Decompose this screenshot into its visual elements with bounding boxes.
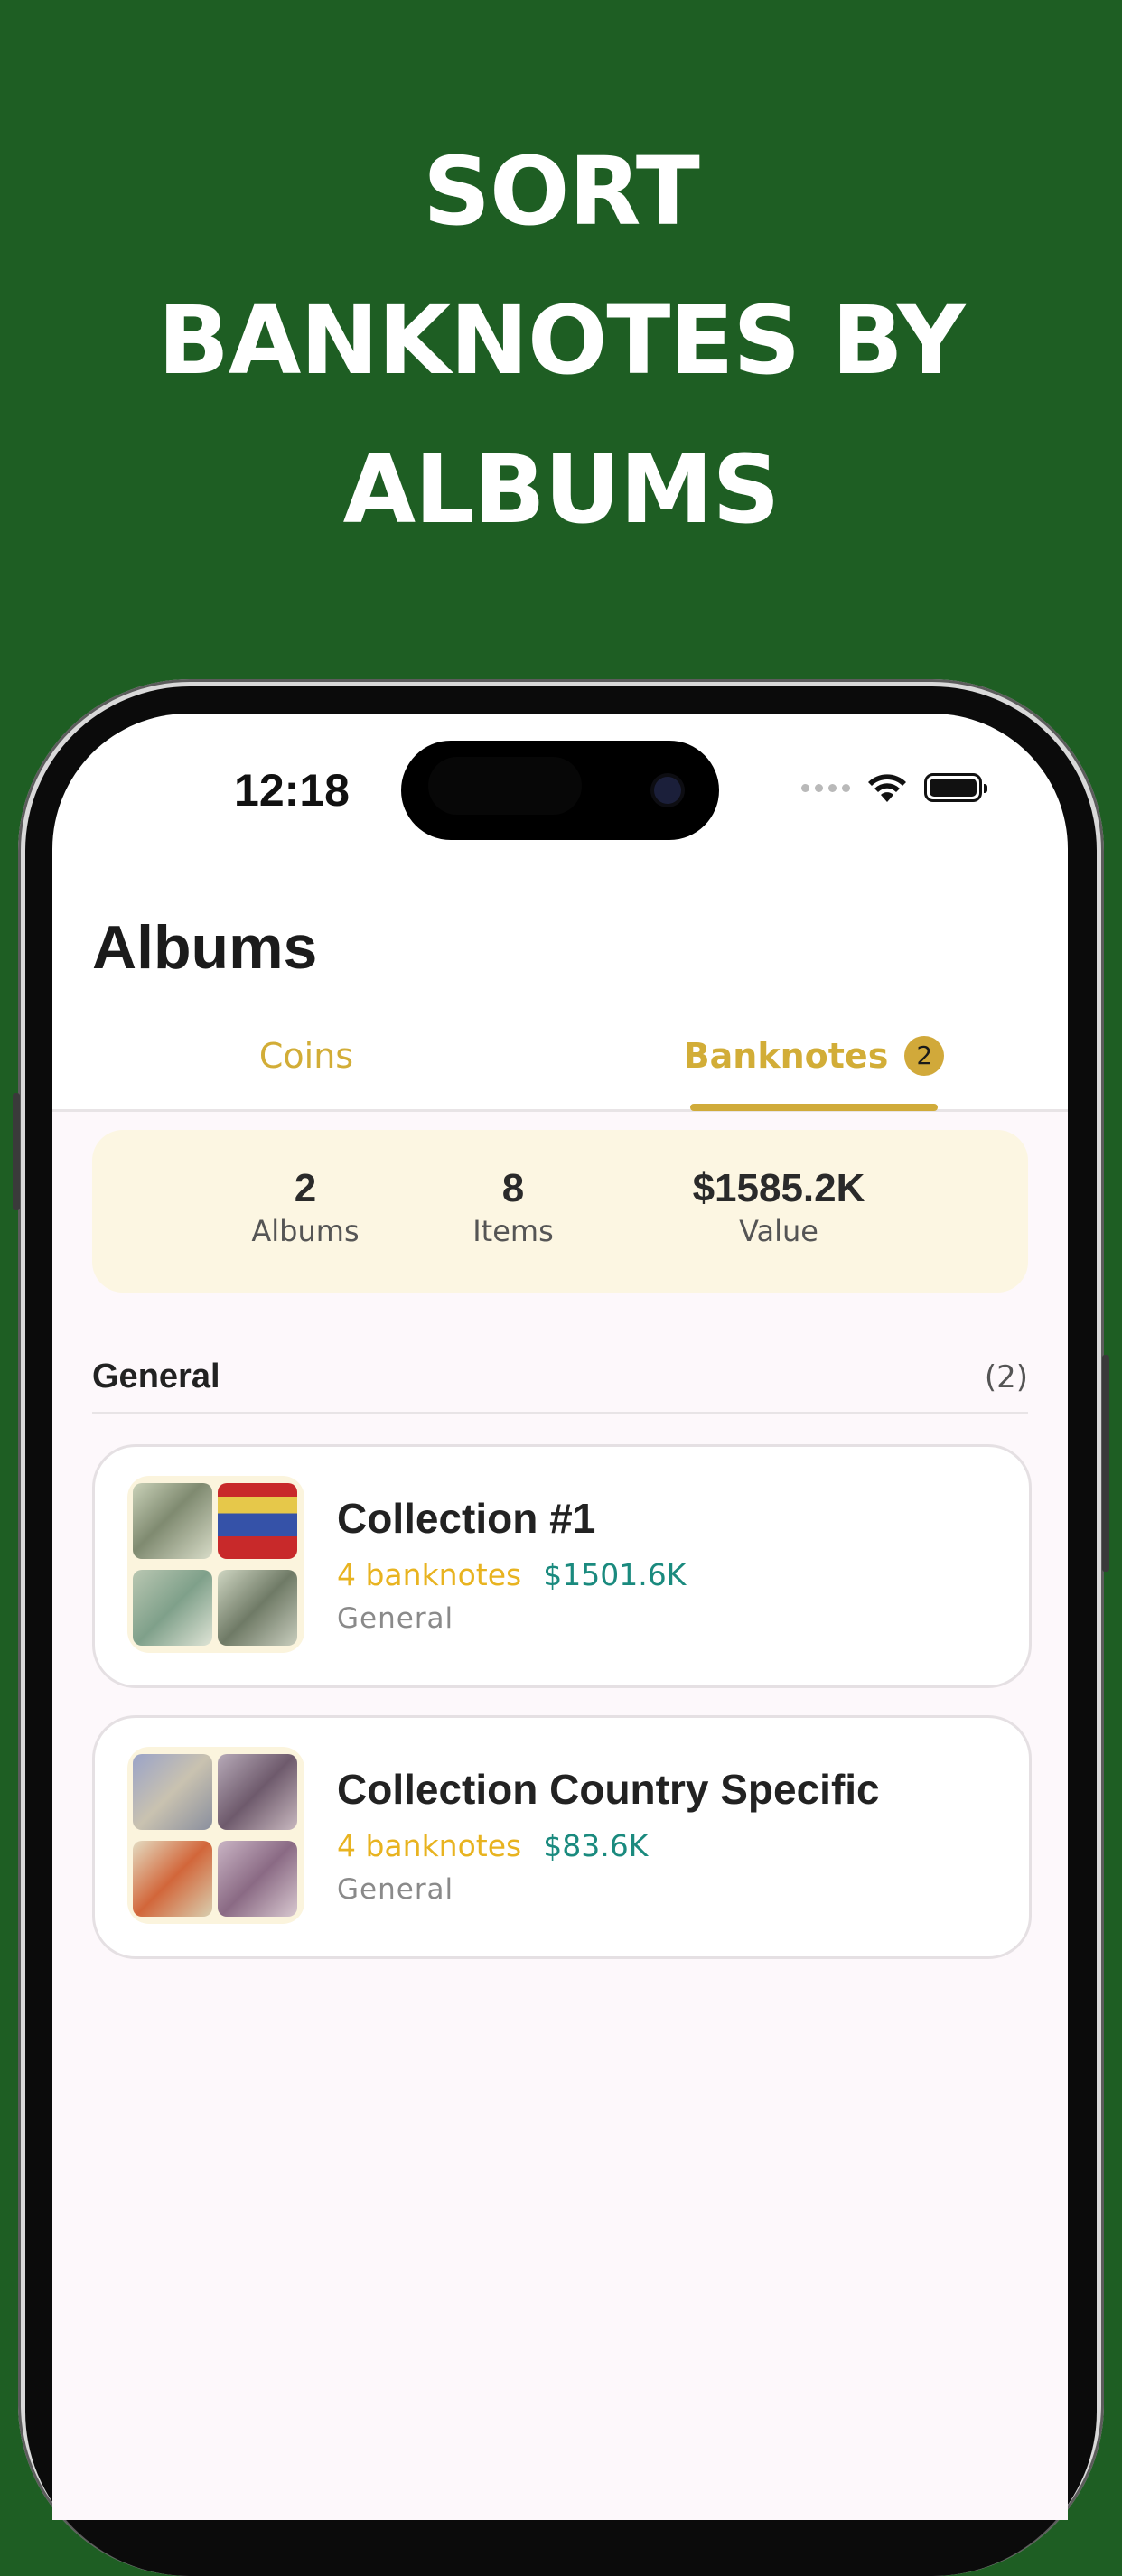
album-item-count: 4 banknotes	[337, 1557, 522, 1592]
album-value: $1501.6K	[543, 1557, 687, 1592]
cellular-signal-icon	[801, 783, 850, 792]
section-count: (2)	[984, 1359, 1028, 1395]
stat-items-label: Items	[472, 1214, 554, 1248]
headline-line-3: ALBUMS	[342, 434, 781, 545]
banknote-thumbnail	[133, 1754, 212, 1830]
stat-value-value: $1585.2K	[692, 1166, 865, 1210]
album-name: Collection #1	[337, 1495, 596, 1542]
album-item-count: 4 banknotes	[337, 1828, 522, 1863]
page-title: Albums	[92, 913, 318, 982]
tab-banknotes-label: Banknotes	[683, 1036, 889, 1076]
banknote-thumbnail	[218, 1754, 297, 1830]
album-thumbnail-grid	[127, 1476, 304, 1653]
stat-albums-value: 2	[294, 1166, 317, 1210]
stat-items-value: 8	[501, 1166, 525, 1210]
tab-coins-label: Coins	[258, 1036, 354, 1076]
side-button-right	[1102, 1355, 1109, 1572]
status-icons	[801, 770, 987, 806]
dynamic-island	[401, 741, 719, 840]
album-card[interactable]: Collection Country Specific 4 banknotes $…	[92, 1715, 1032, 1959]
album-card[interactable]: Collection #1 4 banknotes $1501.6K Genera…	[92, 1444, 1032, 1688]
island-sensor	[428, 757, 582, 815]
album-category: General	[337, 1873, 454, 1906]
banknote-thumbnail	[218, 1483, 297, 1559]
battery-icon	[924, 773, 987, 802]
headline-line-1: SORT	[423, 136, 700, 247]
front-camera-icon	[654, 777, 681, 804]
stat-value-label: Value	[739, 1214, 818, 1248]
tab-banknotes[interactable]: Banknotes 2	[560, 1003, 1068, 1109]
stat-value: $1585.2K Value	[652, 1166, 905, 1251]
banknote-thumbnail	[218, 1570, 297, 1646]
status-time: 12:18	[234, 765, 350, 816]
album-name: Collection Country Specific	[337, 1766, 880, 1813]
banknote-thumbnail	[133, 1570, 212, 1646]
stats-summary: 2 Albums 8 Items $1585.2K Value	[92, 1130, 1028, 1293]
album-meta: 4 banknotes $1501.6K	[337, 1557, 686, 1592]
wifi-icon	[868, 774, 906, 802]
album-thumbnail-grid	[127, 1747, 304, 1924]
tab-badge: 2	[904, 1036, 945, 1076]
banknote-thumbnail	[218, 1841, 297, 1917]
headline-line-2: BANKNOTES BY	[157, 285, 966, 396]
stat-items: 8 Items	[441, 1166, 585, 1251]
phone-screen: 12:18 Albums Coins Banknotes 2 2 Albums	[52, 714, 1068, 2520]
tab-coins[interactable]: Coins	[52, 1003, 560, 1109]
section-title: General	[92, 1358, 220, 1395]
stat-albums: 2 Albums	[224, 1166, 387, 1251]
stat-albums-label: Albums	[251, 1214, 360, 1248]
section-header: General (2)	[92, 1349, 1028, 1414]
albums-content: 2 Albums 8 Items $1585.2K Value General …	[52, 1112, 1068, 2520]
banknote-thumbnail	[133, 1841, 212, 1917]
tab-bar: Coins Banknotes 2	[52, 1003, 1068, 1112]
banknote-thumbnail	[133, 1483, 212, 1559]
album-category: General	[337, 1602, 454, 1635]
side-button-left	[13, 1093, 20, 1210]
active-tab-indicator	[690, 1104, 938, 1111]
promo-headline: SORT BANKNOTES BY ALBUMS	[0, 117, 1122, 565]
album-meta: 4 banknotes $83.6K	[337, 1828, 648, 1863]
album-value: $83.6K	[543, 1828, 649, 1863]
